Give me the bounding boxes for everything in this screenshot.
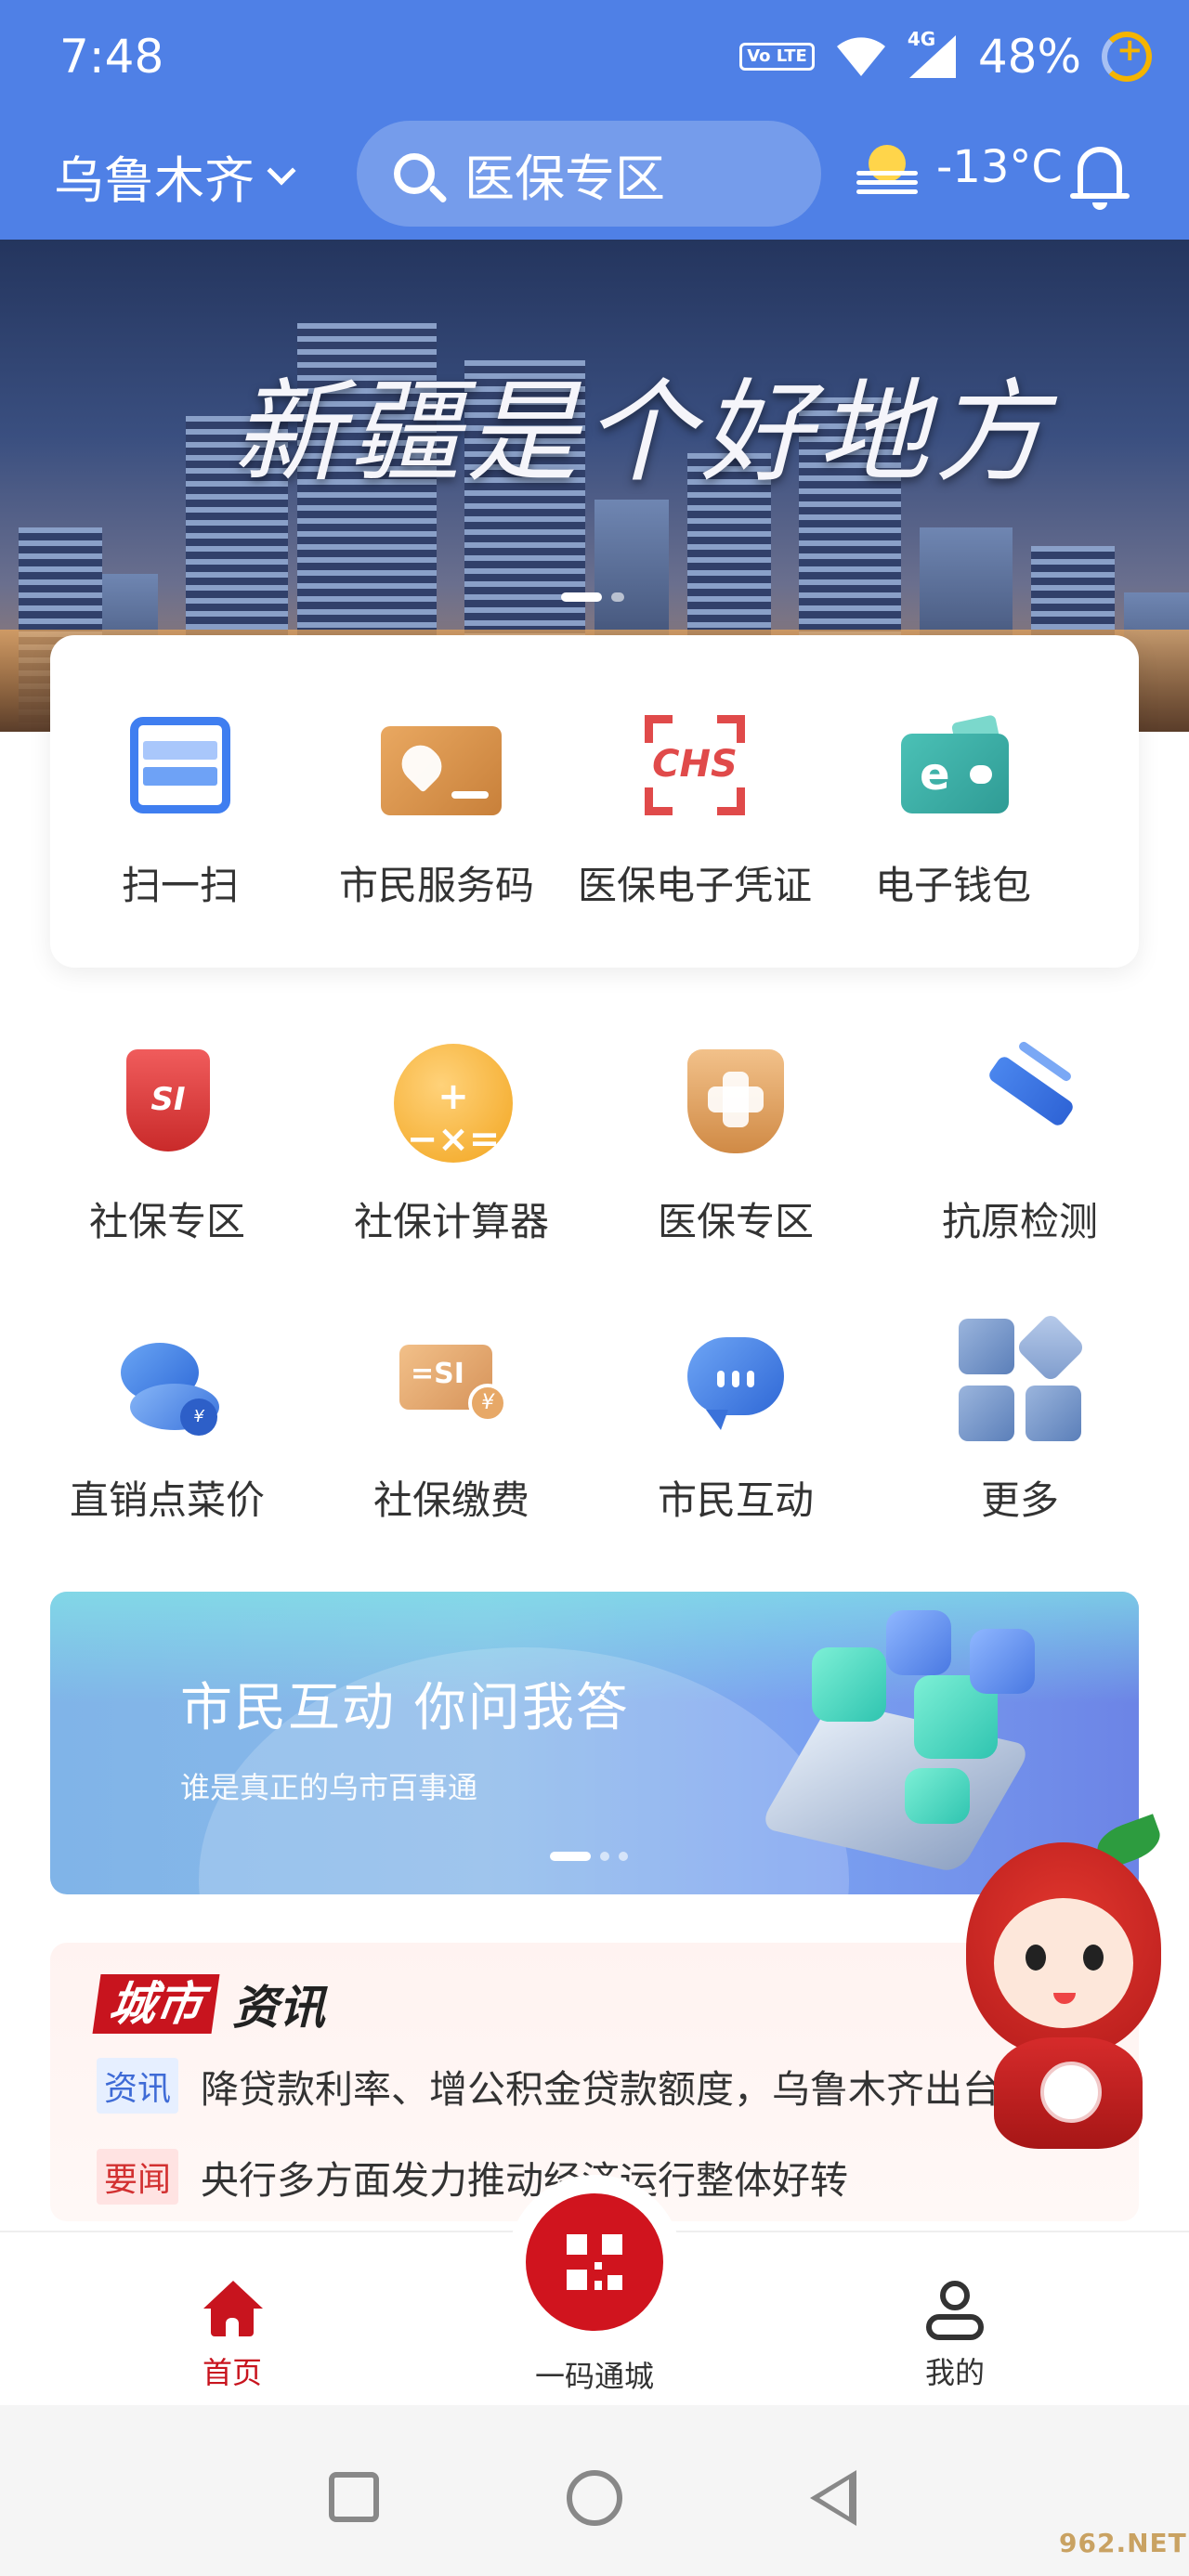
city-news-logo: 城市 资讯 (92, 1971, 325, 2037)
tab-me[interactable]: 我的 (862, 2277, 1048, 2392)
wifi-icon (836, 37, 885, 76)
city-selector[interactable]: 乌鲁木齐 (54, 139, 296, 213)
news-headline: 降贷款利率、增公积金贷款额度，乌鲁木齐出台 (201, 2067, 1001, 2112)
quick-action-label: 电子钱包 (874, 863, 1031, 908)
brand-red-text: 城市 (92, 1974, 220, 2034)
city-name: 乌鲁木齐 (54, 151, 255, 210)
quick-action-citizen-code[interactable]: 市民服务码 (307, 709, 567, 911)
vegetable-price-icon: ¥ (102, 1319, 232, 1449)
promo-pagination (550, 1852, 628, 1861)
weather-fog-sun-icon (855, 139, 920, 195)
quick-actions-card: 扫一扫 市民服务码 CHS 医保电子凭证 e 电子钱包 (50, 635, 1139, 968)
pagination-dot (600, 1852, 609, 1861)
quick-action-label: 扫一扫 (121, 863, 239, 908)
weather-widget[interactable]: -13°C (855, 139, 1063, 195)
banner-pagination (561, 592, 624, 602)
quick-action-label: 医保电子凭证 (577, 863, 812, 908)
chat-bubble-icon (671, 1319, 801, 1449)
service-label: 社保计算器 (353, 1199, 549, 1244)
service-label: 抗原检测 (941, 1199, 1098, 1244)
temperature: -13°C (936, 141, 1063, 193)
service-social-security-payment[interactable]: =SI ¥ 社保缴费 (312, 1319, 591, 1526)
scan-icon (124, 709, 236, 821)
more-grid-icon (955, 1311, 1087, 1449)
service-label: 市民互动 (657, 1477, 814, 1523)
search-icon (394, 153, 435, 194)
promo-subtitle: 谁是真正的乌市百事通 (180, 1770, 478, 1805)
battery-percent: 48% (977, 30, 1081, 84)
search-placeholder: 医保专区 (464, 149, 665, 208)
app-header: 7:48 Vo LTE 4G 48% 乌鲁木齐 医保专区 - (0, 0, 1189, 241)
news-tag: 要闻 (97, 2149, 179, 2205)
service-vegetable-price[interactable]: ¥ 直销点菜价 (28, 1319, 307, 1526)
service-citizen-interaction[interactable]: 市民互动 (596, 1319, 875, 1526)
service-label: 直销点菜价 (69, 1477, 265, 1523)
battery-saver-icon (1102, 32, 1152, 82)
service-label: 医保专区 (657, 1199, 814, 1244)
chs-certificate-icon: CHS (639, 709, 751, 821)
header-nav: 乌鲁木齐 医保专区 -13°C (0, 121, 1189, 232)
tab-label: 我的 (924, 2355, 985, 2390)
chevron-down-icon (267, 155, 296, 186)
qr-code-button[interactable] (507, 2175, 682, 2349)
e-wallet-icon: e (897, 709, 1009, 821)
social-security-shield-icon: SI (102, 1040, 232, 1170)
service-label: 社保专区 (88, 1199, 245, 1244)
tab-label: 首页 (202, 2355, 262, 2390)
pagination-dot (619, 1852, 628, 1861)
user-icon (922, 2277, 987, 2342)
service-calculator[interactable]: +−×= 社保计算器 (312, 1040, 591, 1247)
quick-action-medical-certificate[interactable]: CHS 医保电子凭证 (565, 709, 825, 911)
pomegranate-mascot[interactable] (957, 1814, 1172, 2154)
signal-icon: 4G (908, 28, 958, 80)
calculator-icon: +−×= (386, 1040, 516, 1170)
service-antigen-test[interactable]: 抗原检测 (881, 1039, 1159, 1247)
medical-insurance-shield-icon (671, 1040, 801, 1170)
quick-action-scan[interactable]: 扫一扫 (50, 709, 310, 911)
watermark-logo: 962.NET (1059, 2528, 1187, 2558)
banner-slogan: 新疆是个好地方 (232, 369, 1052, 498)
volte-icon: Vo LTE (739, 43, 815, 71)
news-headline: 央行多方面发力推动经济运行整体好转 (201, 2158, 849, 2203)
home-icon (200, 2277, 265, 2342)
bell-icon[interactable] (1070, 139, 1130, 214)
search-bar[interactable]: 医保专区 (357, 121, 821, 227)
pagination-dot (611, 592, 624, 602)
pagination-dot-active (550, 1852, 591, 1861)
service-label: 更多 (980, 1477, 1059, 1523)
recent-apps-icon[interactable] (329, 2472, 379, 2522)
promo-title: 市民互动 你问我答 (180, 1678, 630, 1738)
social-security-payment-icon: =SI ¥ (386, 1319, 516, 1449)
antigen-test-icon (955, 1039, 1085, 1170)
pagination-dot-active (561, 592, 602, 602)
back-triangle-icon[interactable] (810, 2470, 856, 2526)
qr-code-icon (567, 2234, 622, 2290)
service-label: 社保缴费 (372, 1477, 529, 1523)
tab-home[interactable]: 首页 (139, 2277, 325, 2392)
service-more[interactable]: 更多 (881, 1311, 1159, 1526)
citizen-card-icon (381, 709, 502, 821)
system-navigation-bar (0, 2405, 1189, 2576)
status-time: 7:48 (59, 30, 164, 84)
quick-action-e-wallet[interactable]: e 电子钱包 (823, 709, 1083, 911)
home-circle-icon[interactable] (567, 2470, 622, 2526)
tab-label-qr[interactable]: 一码通城 (502, 2353, 687, 2396)
brand-black-text: 资讯 (232, 1981, 325, 2035)
status-bar: 7:48 Vo LTE 4G 48% (0, 0, 1189, 121)
network-type: 4G (907, 28, 936, 50)
news-item[interactable]: 要闻 央行多方面发力推动经济运行整体好转 (97, 2149, 848, 2205)
service-social-security[interactable]: SI 社保专区 (28, 1040, 307, 1247)
news-item[interactable]: 资讯 降贷款利率、增公积金贷款额度，乌鲁木齐出台 (97, 2058, 1000, 2114)
news-tag: 资讯 (97, 2058, 179, 2114)
service-medical-insurance[interactable]: 医保专区 (596, 1040, 875, 1247)
status-icons: Vo LTE 4G 48% (739, 28, 1152, 84)
quick-action-label: 市民服务码 (338, 863, 534, 908)
